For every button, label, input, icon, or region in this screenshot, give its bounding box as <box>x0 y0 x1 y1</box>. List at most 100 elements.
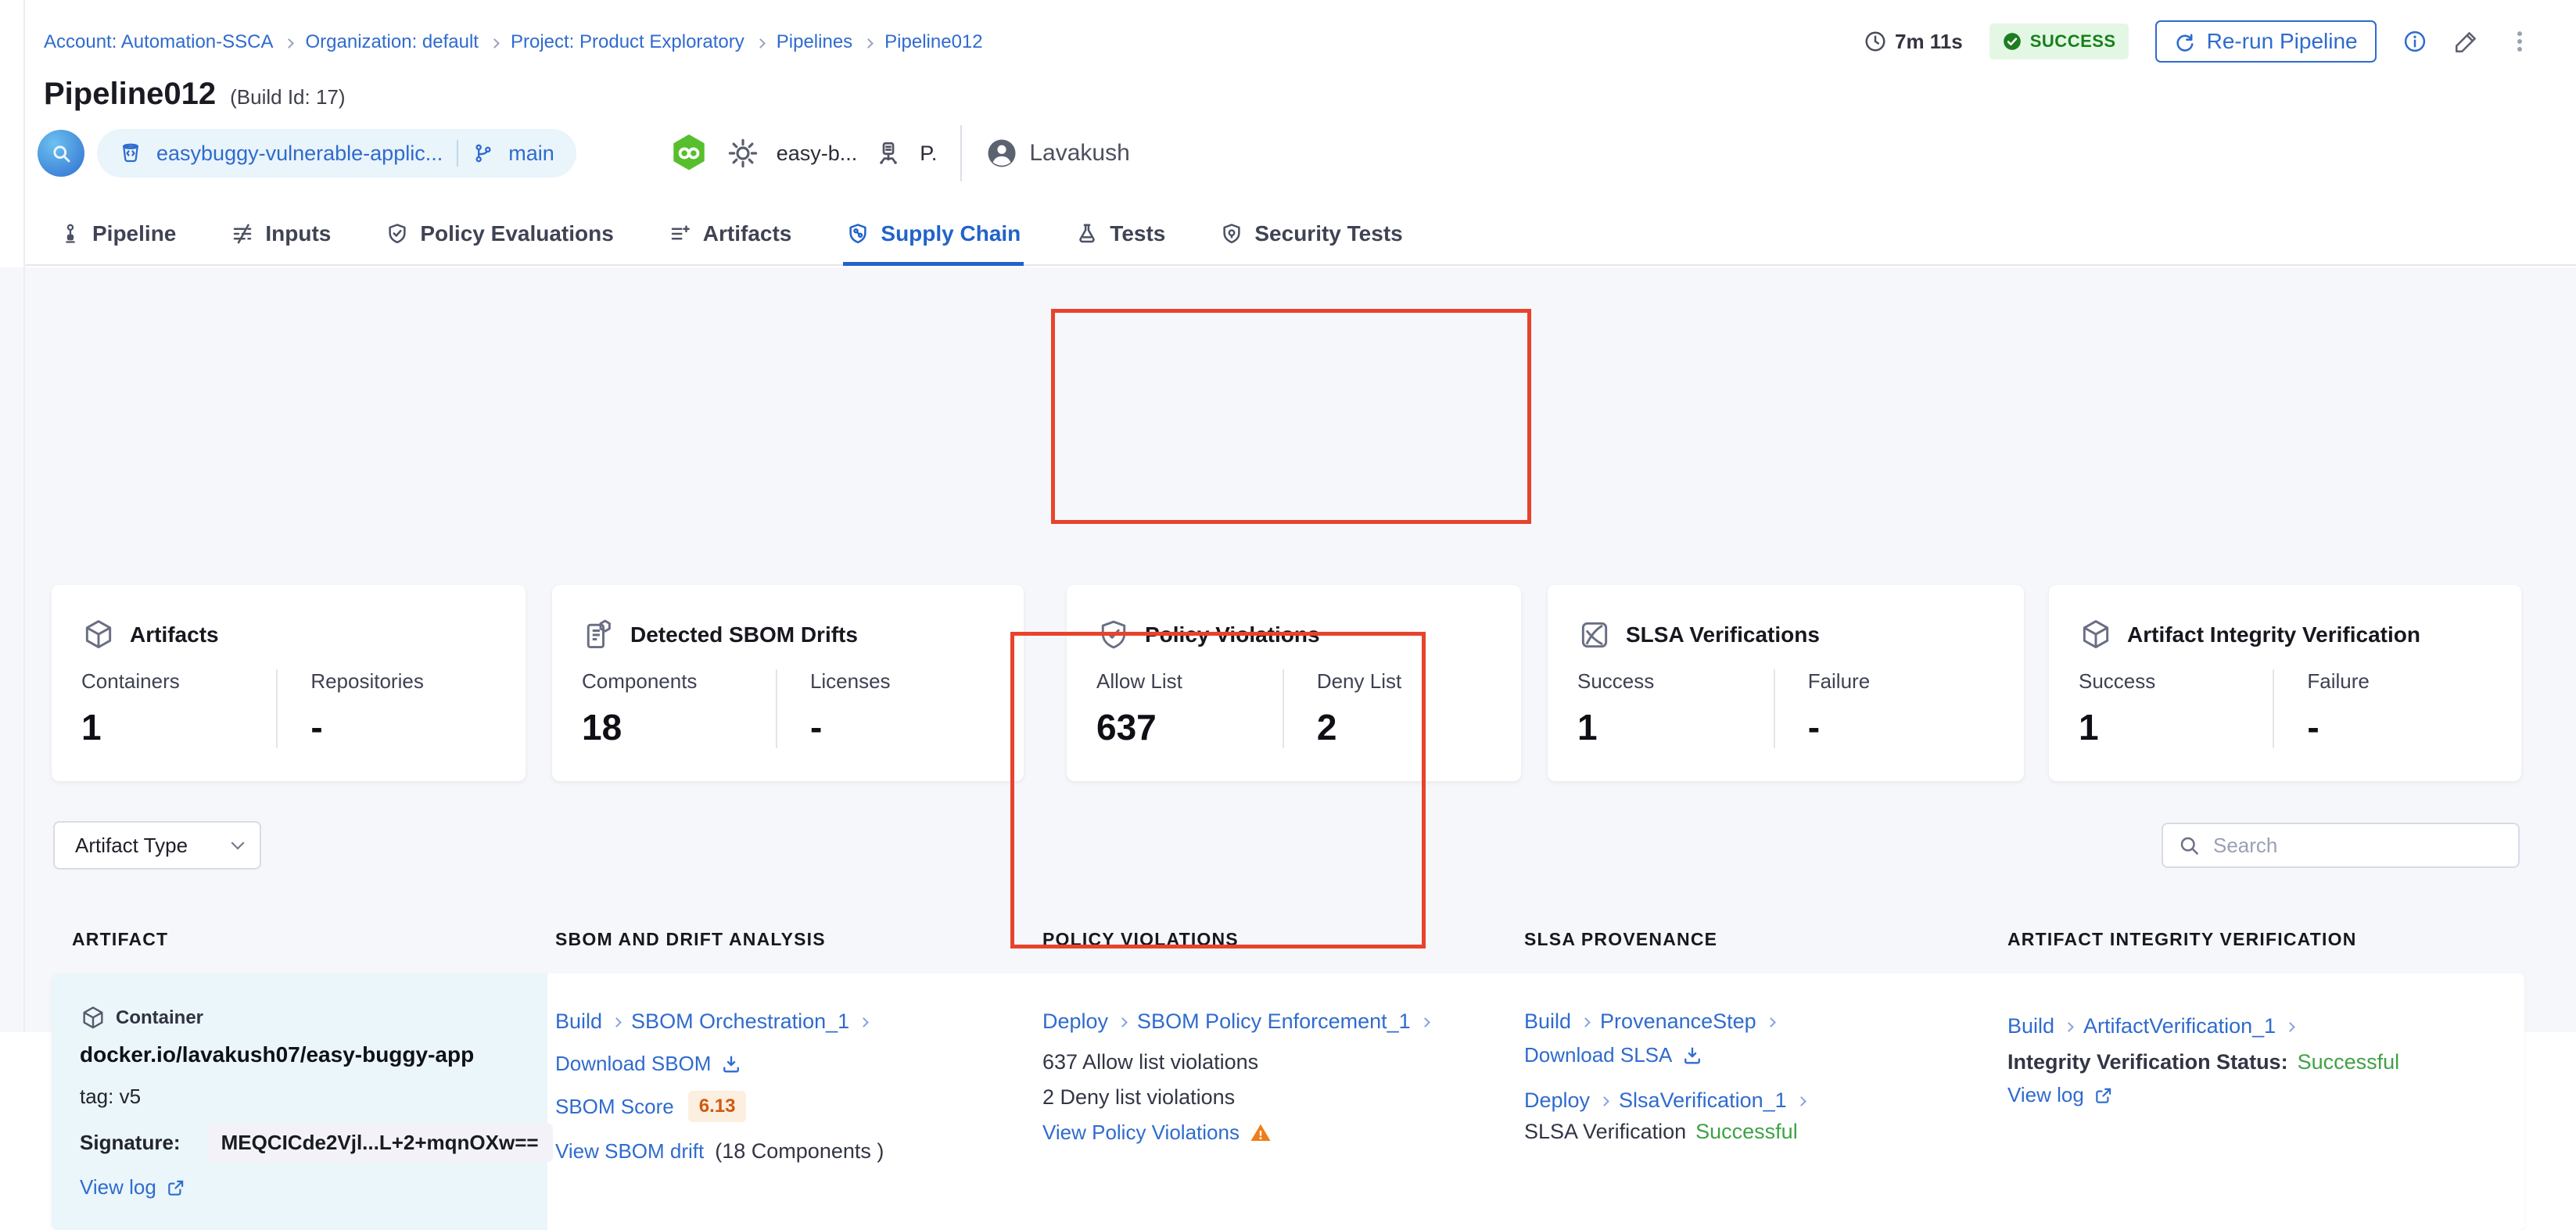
chevron-right-icon <box>755 38 766 48</box>
sbom-stage-link[interactable]: Build <box>555 1009 602 1034</box>
th-sbom-drift: SBOM AND DRIFT ANALYSIS <box>555 929 826 950</box>
chevron-right-icon <box>863 38 874 48</box>
slsa-status-label: SLSA Verification <box>1524 1120 1686 1144</box>
info-icon[interactable] <box>2403 30 2427 53</box>
chevron-right-icon <box>2064 1022 2074 1032</box>
cube-icon <box>2079 618 2113 652</box>
tab-supply-chain[interactable]: Supply Chain <box>843 221 1024 266</box>
cell-sbom: Build SBOM Orchestration_1 Download SBOM… <box>555 974 993 1230</box>
trigger-type-icon <box>38 130 84 177</box>
slsa-provenance-step-link[interactable]: ProvenanceStep <box>1600 1009 1756 1034</box>
tab-artifacts[interactable]: Artifacts <box>666 221 795 266</box>
view-policy-violations-link[interactable]: View Policy Violations <box>1042 1121 1272 1145</box>
execution-toolbar: 7m 11s SUCCESS Re-run Pipeline <box>1864 17 2533 66</box>
supply-chain-panel: Artifacts Containers 1 Repositories - De… <box>0 267 2576 1032</box>
shield-check-icon <box>386 222 409 246</box>
tab-pipeline[interactable]: Pipeline <box>56 221 179 266</box>
view-sbom-drift-link[interactable]: View SBOM drift <box>555 1139 704 1164</box>
search-input[interactable] <box>2213 834 2504 858</box>
page-title: Pipeline012 <box>44 77 216 112</box>
th-slsa-provenance: SLSA PROVENANCE <box>1524 929 1717 950</box>
card-policy-violations: Policy Violations Allow List 637 Deny Li… <box>1067 585 1521 781</box>
slsa-build-stage-link[interactable]: Build <box>1524 1009 1571 1034</box>
slsa-icon <box>1577 618 1612 652</box>
breadcrumb-organization[interactable]: Organization: default <box>305 31 478 53</box>
chevron-right-icon <box>859 1017 869 1027</box>
trigger-pipeline-name[interactable]: easy-b... <box>777 142 858 166</box>
card-col-label: Containers <box>81 669 276 694</box>
breadcrumb-pipeline012[interactable]: Pipeline012 <box>884 31 982 53</box>
tab-bar: Pipeline Inputs Policy Evaluations Artif… <box>25 208 2576 266</box>
execution-meta-row: easybuggy-vulnerable-applic... main easy… <box>38 127 1130 180</box>
chip-divider <box>457 140 458 167</box>
cube-icon <box>81 618 116 652</box>
tab-label: Inputs <box>265 221 331 246</box>
view-log-link[interactable]: View log <box>2007 1083 2114 1107</box>
card-col-label: Success <box>1577 669 1774 694</box>
card-col-value: - <box>1808 706 2004 748</box>
slsa-verification-step-link[interactable]: SlsaVerification_1 <box>1619 1088 1787 1113</box>
tab-label: Supply Chain <box>881 221 1021 246</box>
signature-value[interactable]: MEQCICde2Vjl...L+2+mqnOXw== <box>207 1124 553 1162</box>
tab-label: Policy Evaluations <box>420 221 613 246</box>
edit-pencil-icon[interactable] <box>2453 28 2480 55</box>
repo-branch-chip[interactable]: easybuggy-vulnerable-applic... main <box>97 129 576 178</box>
tab-tests[interactable]: Tests <box>1072 221 1168 266</box>
cell-artifact: Container docker.io/lavakush07/easy-bugg… <box>80 974 541 1230</box>
cell-policy: Deploy SBOM Policy Enforcement_1 637 All… <box>1042 974 1480 1230</box>
breadcrumb-project[interactable]: Project: Product Exploratory <box>511 31 744 53</box>
repo-name: easybuggy-vulnerable-applic... <box>156 142 443 166</box>
card-artifact-integrity: Artifact Integrity Verification Success … <box>2049 585 2521 781</box>
chevron-right-icon <box>2285 1022 2295 1032</box>
policy-step-link[interactable]: SBOM Policy Enforcement_1 <box>1137 1009 1411 1034</box>
card-col-value: - <box>810 706 1003 748</box>
chevron-right-icon <box>1599 1096 1609 1106</box>
th-policy-violations: POLICY VIOLATIONS <box>1042 929 1239 950</box>
deny-list-violations: 2 Deny list violations <box>1042 1085 1235 1110</box>
trigger-short-name[interactable]: P. <box>920 142 937 166</box>
sbom-score-link[interactable]: SBOM Score <box>555 1095 674 1119</box>
tab-security-tests[interactable]: Security Tests <box>1217 221 1405 266</box>
kebab-menu-icon[interactable] <box>2506 28 2533 55</box>
tab-inputs[interactable]: Inputs <box>228 221 334 266</box>
trigger-meta: easy-b... P. <box>669 133 938 174</box>
table-row: Container docker.io/lavakush07/easy-bugg… <box>52 974 2524 1230</box>
card-col-label: Failure <box>2307 669 2501 694</box>
tab-label: Tests <box>1110 221 1165 246</box>
download-slsa-link[interactable]: Download SLSA <box>1524 1043 1703 1067</box>
download-sbom-link[interactable]: Download SBOM <box>555 1052 742 1076</box>
download-icon <box>1681 1045 1703 1067</box>
card-col-label: Allow List <box>1096 669 1283 694</box>
card-col-value: 637 <box>1096 706 1283 748</box>
signature-label: Signature: <box>80 1131 181 1155</box>
branch-name: main <box>508 142 554 166</box>
card-col-label: Licenses <box>810 669 1003 694</box>
build-id: (Build Id: 17) <box>230 85 345 109</box>
breadcrumb-account[interactable]: Account: Automation-SSCA <box>44 31 273 53</box>
breadcrumb-pipelines[interactable]: Pipelines <box>777 31 852 53</box>
meta-divider <box>960 125 962 181</box>
card-col-value: - <box>2307 706 2501 748</box>
view-log-label: View log <box>2007 1083 2084 1107</box>
tab-label: Security Tests <box>1254 221 1402 246</box>
policy-stage-link[interactable]: Deploy <box>1042 1009 1108 1034</box>
card-slsa-verifications: SLSA Verifications Success 1 Failure - <box>1548 585 2024 781</box>
sbom-step-link[interactable]: SBOM Orchestration_1 <box>631 1009 849 1034</box>
card-title: Policy Violations <box>1145 622 1320 647</box>
integrity-stage-link[interactable]: Build <box>2007 1014 2054 1038</box>
chevron-right-icon <box>285 38 295 48</box>
card-title: SLSA Verifications <box>1626 622 1820 647</box>
integrity-status-label: Integrity Verification Status: <box>2007 1050 2288 1074</box>
tab-policy-evaluations[interactable]: Policy Evaluations <box>382 221 616 266</box>
slsa-deploy-stage-link[interactable]: Deploy <box>1524 1088 1590 1113</box>
integrity-step-link[interactable]: ArtifactVerification_1 <box>2083 1014 2276 1038</box>
view-log-link[interactable]: View log <box>80 1175 186 1200</box>
supply-chain-shield-icon <box>846 222 870 246</box>
artifact-type-dropdown[interactable]: Artifact Type <box>53 821 261 870</box>
container-cube-icon <box>80 1005 106 1031</box>
status-text: SUCCESS <box>2030 31 2116 52</box>
clock-icon <box>1864 30 1887 53</box>
rerun-pipeline-button[interactable]: Re-run Pipeline <box>2155 20 2377 63</box>
inputs-icon <box>231 222 254 246</box>
shield-check-icon <box>1096 618 1131 652</box>
